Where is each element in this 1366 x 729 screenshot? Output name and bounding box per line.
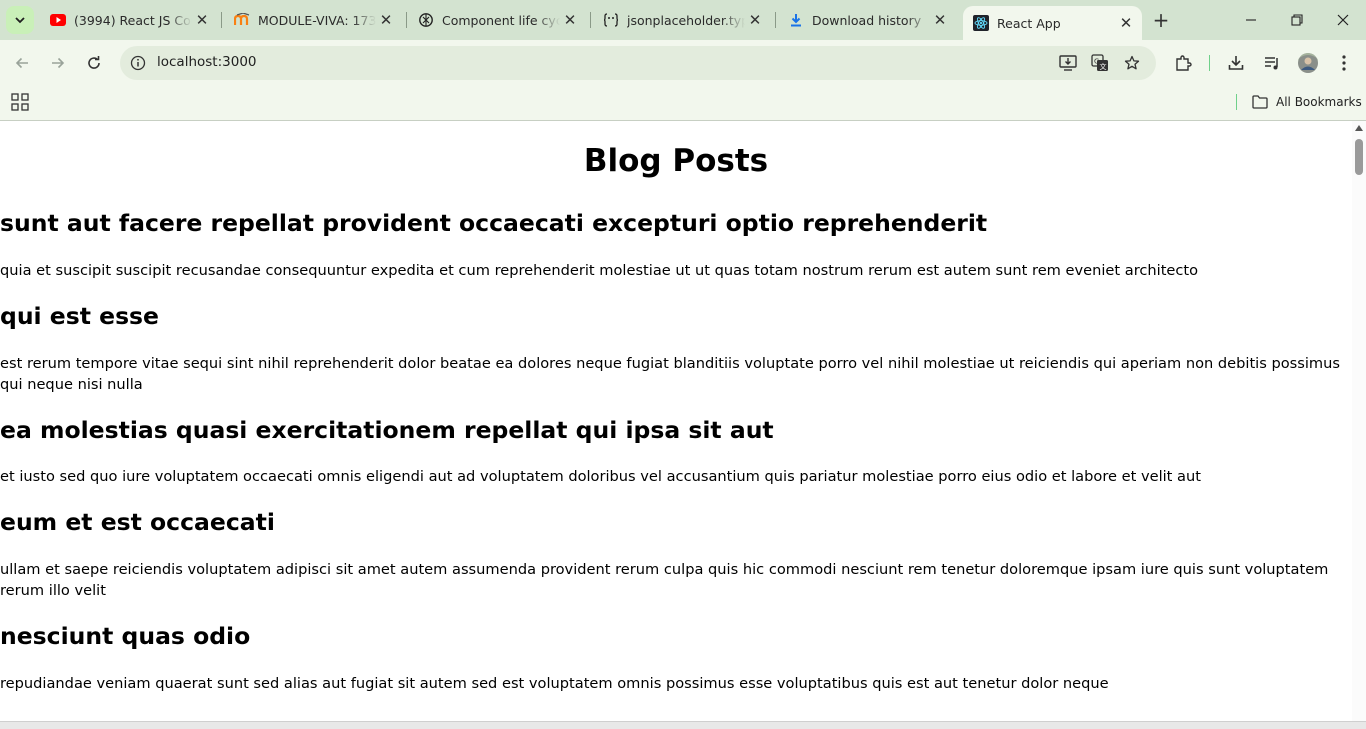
moodle-icon [234, 12, 250, 28]
browser-menu-button[interactable] [1333, 52, 1355, 74]
post-title: qui est esse [0, 302, 159, 330]
post-title: sunt aut facere repellat provident occae… [0, 209, 988, 237]
tab-youtube[interactable]: (3994) React JS Cours ✕ [40, 6, 218, 34]
page-scrollbar[interactable] [1352, 121, 1366, 721]
install-app-icon[interactable] [1058, 53, 1078, 73]
browser-toolbar: localhost:3000 G文 [0, 40, 1366, 86]
close-icon[interactable]: ✕ [745, 10, 765, 30]
info-icon[interactable] [130, 55, 146, 71]
puzzle-icon [1176, 55, 1192, 71]
close-window-button[interactable] [1320, 0, 1366, 40]
tab-title: MODULE-VIVA: 1731- [258, 12, 376, 28]
address-bar[interactable]: localhost:3000 G文 [120, 46, 1156, 80]
post-body: repudiandae veniam quaerat sunt sed alia… [0, 675, 1109, 692]
profile-avatar[interactable] [1297, 52, 1319, 74]
post-body: ullam et saepe reiciendis voluptatem adi… [0, 561, 1329, 599]
arrow-right-icon [52, 57, 65, 69]
download-icon [1228, 56, 1244, 70]
downloads-button[interactable] [1225, 52, 1247, 74]
jsonplaceholder-icon [603, 12, 619, 28]
bookmarks-bar: All Bookmarks [0, 86, 1366, 121]
restore-button[interactable] [1274, 0, 1320, 40]
tab-strip: (3994) React JS Cours ✕ MODULE-VIVA: 173… [0, 0, 1366, 40]
url-text[interactable]: localhost:3000 [157, 54, 257, 70]
tab-title: jsonplaceholder.typic [627, 12, 745, 28]
close-icon[interactable]: ✕ [560, 10, 580, 30]
scrollbar-thumb[interactable] [1355, 139, 1363, 175]
back-button[interactable] [8, 49, 36, 77]
restore-icon [1291, 14, 1303, 26]
tab-divider [590, 12, 591, 28]
all-bookmarks-label: All Bookmarks [1276, 95, 1362, 109]
chevron-down-icon [14, 11, 26, 30]
scroll-up-arrow-icon[interactable] [1355, 125, 1363, 131]
tab-title: Download history [812, 12, 922, 28]
page-viewport: Blog Posts sunt aut facere repellat prov… [0, 121, 1352, 721]
bookmarks-divider [1236, 94, 1237, 110]
avatar-icon [1298, 53, 1318, 73]
plus-icon: + [1152, 8, 1170, 32]
tab-moodle[interactable]: MODULE-VIVA: 1731- ✕ [224, 6, 402, 34]
post-body: et iusto sed quo iure voluptatem occaeca… [0, 468, 1201, 485]
tab-title: (3994) React JS Cours [74, 12, 192, 28]
post-title: eum et est occaecati [0, 508, 275, 536]
arrow-left-icon [15, 57, 28, 69]
post-body: est rerum tempore vitae sequi sint nihil… [0, 355, 1340, 393]
page-title: Blog Posts [583, 143, 769, 179]
tab-search-button[interactable] [6, 6, 34, 34]
close-icon[interactable]: ✕ [930, 10, 950, 30]
more-vertical-icon [1342, 55, 1346, 71]
media-controls-button[interactable] [1261, 52, 1283, 74]
reload-icon [88, 56, 100, 69]
tab-chatgpt[interactable]: Component life cycle ✕ [408, 6, 586, 34]
extensions-button[interactable] [1172, 52, 1194, 74]
react-icon [973, 15, 989, 31]
post-title: ea molestias quasi exercitationem repell… [0, 416, 774, 444]
tab-divider [406, 12, 407, 28]
new-tab-button[interactable]: + [1149, 8, 1173, 32]
post-title: nesciunt quas odio [0, 622, 251, 650]
tab-download-history[interactable]: Download history ✕ [778, 6, 956, 34]
close-icon[interactable]: ✕ [192, 10, 212, 30]
tab-react-app[interactable]: React App ✕ [963, 6, 1142, 40]
tab-title: React App [997, 15, 1061, 31]
bookmark-star-icon[interactable] [1122, 53, 1142, 73]
forward-button[interactable] [44, 49, 72, 77]
chatgpt-icon [418, 12, 434, 28]
close-icon[interactable]: ✕ [376, 10, 396, 30]
close-icon [1337, 14, 1349, 26]
tab-title: Component life cycle [442, 12, 560, 28]
minimize-icon [1246, 19, 1256, 21]
all-bookmarks-button[interactable]: All Bookmarks [1252, 92, 1362, 112]
tab-divider [221, 12, 222, 28]
apps-grid-icon[interactable] [11, 93, 29, 111]
svg-text:文: 文 [1100, 62, 1107, 71]
youtube-icon [50, 12, 66, 28]
download-icon [788, 12, 804, 28]
translate-icon[interactable]: G文 [1090, 53, 1110, 73]
minimize-button[interactable] [1228, 0, 1274, 40]
folder-icon [1252, 95, 1268, 109]
close-icon[interactable]: ✕ [1116, 13, 1136, 33]
media-queue-icon [1265, 57, 1278, 70]
tab-jsonplaceholder[interactable]: jsonplaceholder.typic ✕ [593, 6, 771, 34]
reload-button[interactable] [80, 49, 108, 77]
tab-divider [775, 12, 776, 28]
toolbar-divider [1209, 55, 1210, 71]
post-body: quia et suscipit suscipit recusandae con… [0, 262, 1199, 279]
